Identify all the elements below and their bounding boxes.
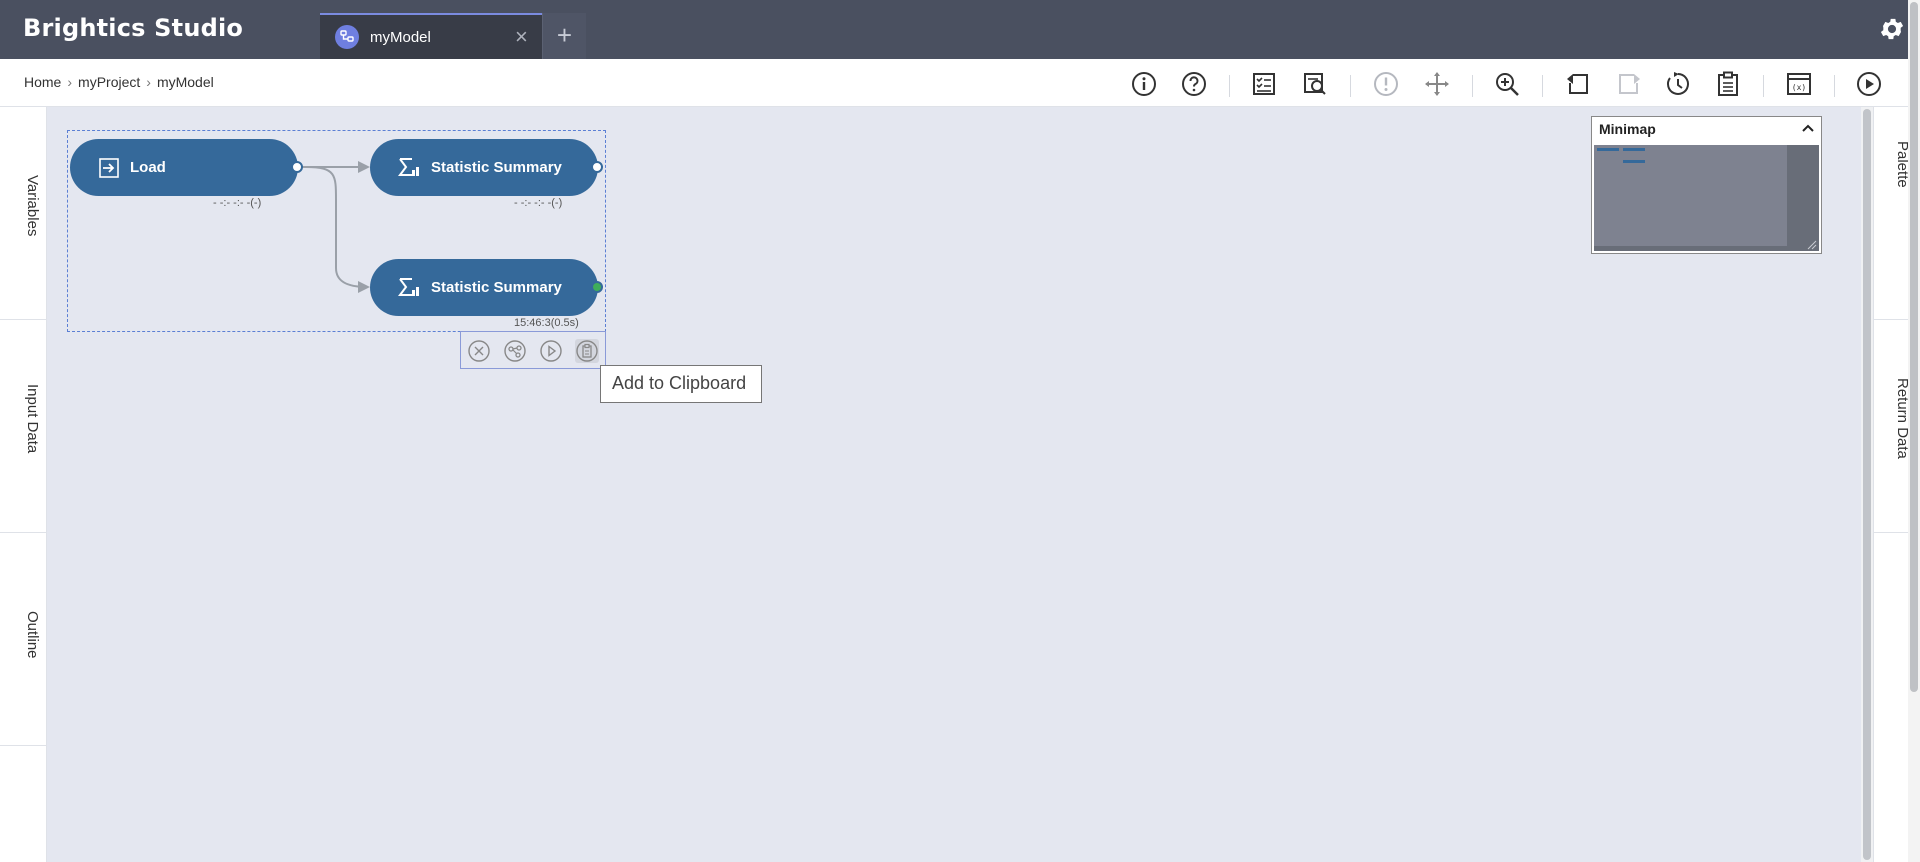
page-scrollbar-thumb[interactable] bbox=[1910, 2, 1918, 692]
chevron-up-icon[interactable] bbox=[1800, 120, 1816, 141]
delete-icon[interactable] bbox=[467, 339, 491, 363]
page-scrollbar[interactable] bbox=[1908, 0, 1920, 862]
output-port-success[interactable] bbox=[591, 281, 603, 293]
output-port[interactable] bbox=[291, 161, 303, 173]
node-label: Statistic Summary bbox=[431, 279, 562, 296]
minimap[interactable]: Minimap bbox=[1591, 116, 1822, 254]
minimap-body bbox=[1594, 145, 1819, 251]
run-node-icon[interactable] bbox=[539, 339, 563, 363]
node-status: 15:46:3(0.5s) bbox=[514, 317, 579, 329]
minimap-viewport[interactable] bbox=[1594, 145, 1787, 246]
minimap-node bbox=[1623, 148, 1645, 151]
node-statistic-summary-2[interactable]: Statistic Summary bbox=[370, 259, 598, 316]
connect-icon[interactable] bbox=[503, 339, 527, 363]
add-to-clipboard-icon[interactable] bbox=[575, 339, 599, 363]
canvas-scrollbar[interactable] bbox=[1861, 107, 1873, 862]
load-icon bbox=[98, 157, 120, 183]
tooltip: Add to Clipboard bbox=[600, 365, 762, 403]
canvas-scrollbar-thumb[interactable] bbox=[1863, 109, 1871, 860]
node-label: Statistic Summary bbox=[431, 159, 562, 176]
minimap-node bbox=[1623, 160, 1645, 163]
statistic-summary-icon bbox=[398, 157, 422, 183]
statistic-summary-icon bbox=[398, 277, 422, 303]
resize-handle-icon[interactable] bbox=[1807, 237, 1817, 255]
minimap-title: Minimap bbox=[1599, 121, 1656, 137]
node-load[interactable]: Load bbox=[70, 139, 298, 196]
minimap-node bbox=[1597, 148, 1619, 151]
node-status: - -:- -:- -(-) bbox=[213, 197, 262, 209]
node-label: Load bbox=[130, 159, 166, 176]
node-statistic-summary-1[interactable]: Statistic Summary bbox=[370, 139, 598, 196]
node-status: - -:- -:- -(-) bbox=[514, 197, 563, 209]
node-action-bar bbox=[460, 331, 606, 369]
output-port[interactable] bbox=[591, 161, 603, 173]
